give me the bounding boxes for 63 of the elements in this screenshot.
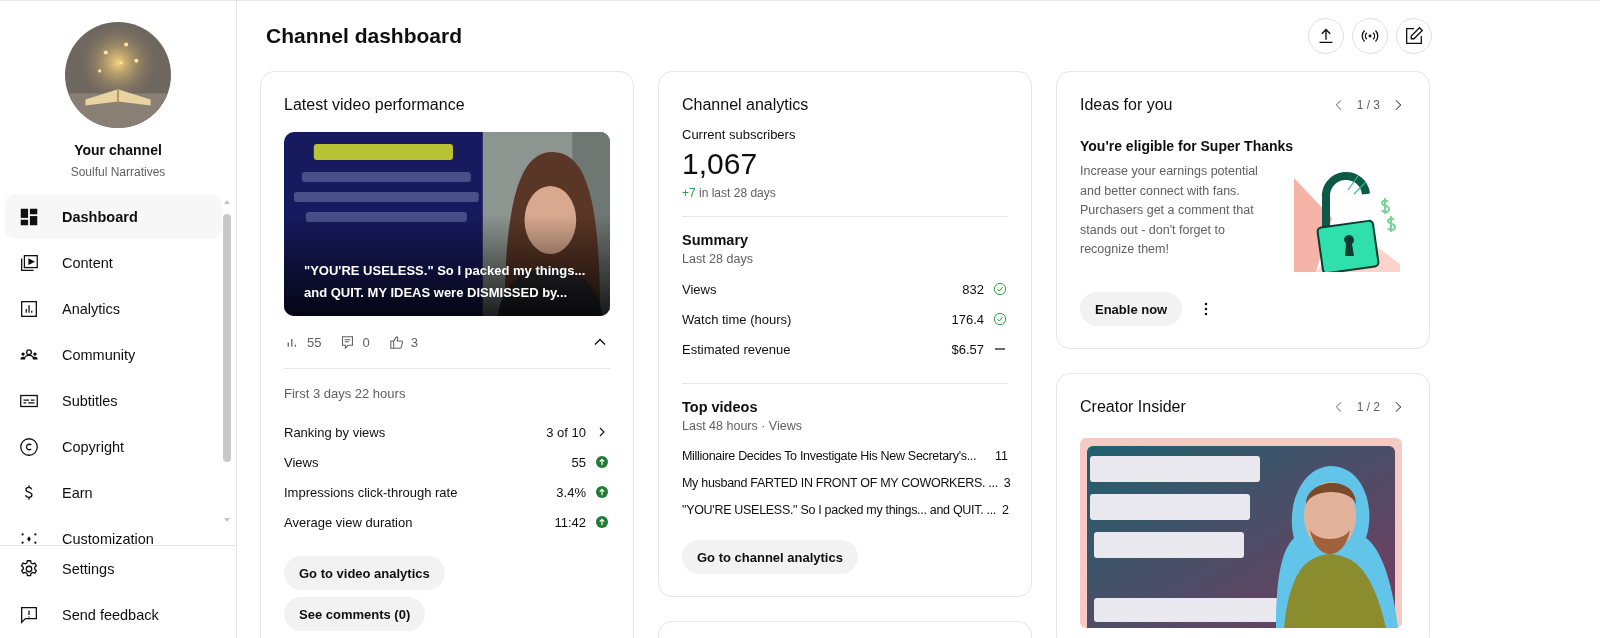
video-title[interactable]: "YOU'RE USELESS." So I packed my things... and QUIT. ... [682, 502, 997, 517]
change-period: in last 28 days [699, 186, 776, 200]
metric-label: Estimated revenue [682, 341, 792, 357]
stat-value: 55 [307, 334, 322, 350]
subscriber-change: +7 [682, 186, 696, 200]
metric-value: $6.57 [951, 341, 984, 357]
stat-value: 0 [362, 334, 370, 350]
nav-item[interactable]: Community [5, 332, 222, 377]
card-title: Ideas for you [1080, 95, 1173, 115]
card-title: Channel analytics [682, 95, 810, 115]
section-title: Summary [682, 232, 750, 248]
channel-heading: Your channel [74, 142, 162, 158]
subscriber-count: 1,067 [682, 146, 759, 182]
section-period: Last 48 hours · Views [682, 419, 803, 433]
metric-label: Views [682, 281, 718, 297]
subscribers-label: Current subscribers [682, 127, 797, 142]
channel-name: Soulful Narratives [70, 165, 166, 179]
idea-description: Increase your earnings potential and better connect with fans. Purchasers get a comment that stands out - don't forget to recognize them! [1080, 163, 1259, 258]
edit-icon [1403, 25, 1425, 47]
live-button[interactable] [1352, 18, 1388, 54]
nav-item[interactable]: Dashboard [5, 194, 222, 239]
section-title: Top videos [682, 399, 759, 415]
metric-label: Views [284, 454, 320, 470]
action-button[interactable]: Go to video analytics [284, 556, 445, 590]
nav-item[interactable]: Settings [5, 546, 222, 591]
view-count: 11 [995, 448, 1008, 463]
video-title[interactable]: My husband FARTED IN FRONT OF MY COWORKERS. ... [682, 475, 998, 490]
nav-item[interactable]: Content [5, 240, 222, 285]
period-label: First 3 days 22 hours [284, 386, 407, 401]
thumbs-up-icon [387, 333, 405, 351]
upload-button[interactable] [1308, 18, 1344, 54]
video-title[interactable]: Millionaire Decides To Investigate His New Secretary's... [682, 448, 977, 463]
metric-value: 55 [571, 454, 586, 470]
nav-item[interactable]: Subtitles [5, 378, 222, 423]
create-post-button[interactable] [1396, 18, 1432, 54]
nav-item[interactable]: Customization [5, 516, 222, 545]
action-button[interactable]: See comments (0) [284, 597, 426, 631]
page-indicator: 1 / 2 [1356, 400, 1380, 414]
metric-value: 11:42 [554, 514, 586, 530]
stat-value: 3 [410, 334, 418, 350]
nav-item[interactable]: Copyright [5, 424, 222, 469]
card-title: Latest video performance [284, 95, 466, 115]
metric-label: Average view duration [284, 514, 414, 530]
metric-label: Watch time (hours) [682, 311, 793, 327]
metric-value: 3 of 10 [546, 424, 586, 440]
metric-value: 176.4 [951, 311, 984, 327]
action-button[interactable]: Go to channel analytics [682, 540, 858, 574]
idea-heading: You're eligible for Super Thanks [1080, 138, 1295, 154]
metric-label: Impressions click-through rate [284, 484, 459, 500]
nav-item[interactable]: Analytics [5, 286, 222, 331]
nav-item[interactable]: Earn [5, 470, 222, 515]
card-title: Creator Insider [1080, 397, 1186, 417]
page-indicator: 1 / 3 [1356, 98, 1380, 112]
enable-button[interactable]: Enable now [1080, 292, 1183, 326]
copyright-icon [18, 435, 40, 458]
metric-value: 832 [962, 281, 984, 297]
metric-value: 3.4% [556, 484, 586, 500]
view-count: 2 [1002, 502, 1009, 517]
metric-label: Ranking by views [284, 424, 387, 440]
view-count: 3 [1003, 475, 1011, 490]
section-period: Last 28 days [682, 252, 754, 266]
nav-item[interactable]: Send feedback [5, 592, 222, 637]
page-title: Channel dashboard [266, 24, 463, 48]
